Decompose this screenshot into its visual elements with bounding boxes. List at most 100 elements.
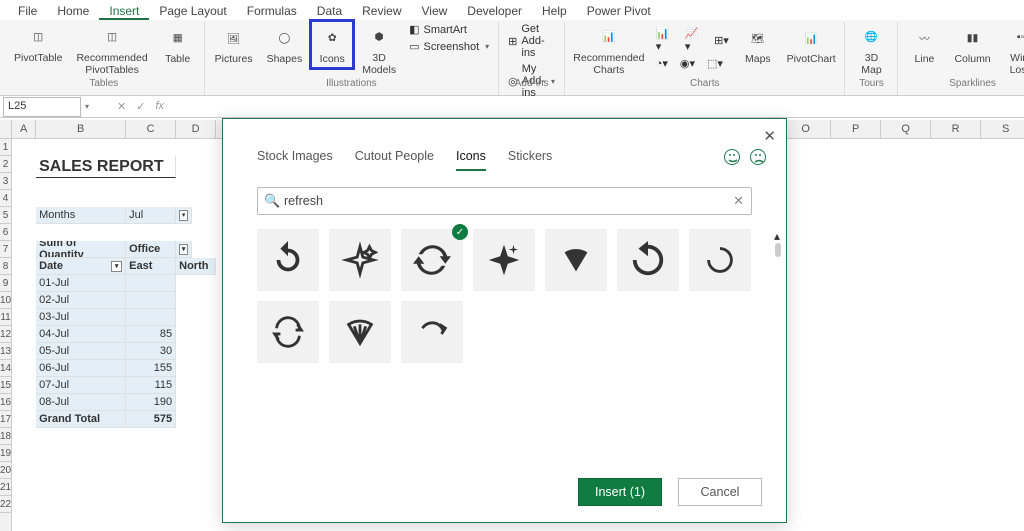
clear-search-icon[interactable]: ✕: [733, 193, 744, 209]
screenshot-button[interactable]: ▭ Screenshot: [406, 39, 492, 54]
menu-tab-view[interactable]: View: [412, 2, 458, 20]
cell-B12[interactable]: 04-Jul: [36, 326, 126, 343]
row-header-15[interactable]: 15: [0, 377, 11, 394]
row-header-13[interactable]: 13: [0, 343, 11, 360]
chart-type-6[interactable]: ⬚▾: [704, 56, 726, 71]
sparkline-column-button[interactable]: ▮▮Column: [950, 22, 994, 67]
menu-tab-power-pivot[interactable]: Power Pivot: [577, 2, 661, 20]
insert-button[interactable]: Insert (1): [578, 478, 662, 506]
cell-C14[interactable]: 155: [126, 360, 176, 377]
cell-D8[interactable]: North: [176, 258, 216, 275]
col-header-B[interactable]: B: [36, 120, 126, 138]
get-addins-button[interactable]: ⊞ Get Add-ins: [505, 22, 558, 60]
col-header-A[interactable]: A: [12, 120, 36, 138]
row-header-12[interactable]: 12: [0, 326, 11, 343]
row-header-11[interactable]: 11: [0, 309, 11, 326]
col-header-R[interactable]: R: [931, 120, 981, 138]
cell-C11[interactable]: [126, 309, 176, 326]
cell-C10[interactable]: [126, 292, 176, 309]
cancel-entry-icon[interactable]: ✕: [117, 100, 126, 113]
cell-B13[interactable]: 05-Jul: [36, 343, 126, 360]
3dmodels-button[interactable]: ⬢3D Models: [358, 22, 400, 78]
pivottable-button[interactable]: ◫PivotTable: [10, 22, 66, 67]
col-header-O[interactable]: O: [781, 120, 831, 138]
icon-result-sparkle-outline[interactable]: [329, 229, 391, 291]
select-all-corner[interactable]: [0, 120, 11, 139]
row-header-17[interactable]: 17: [0, 411, 11, 428]
row-header-21[interactable]: 21: [0, 479, 11, 496]
cell-B7[interactable]: Sum of Quantity: [36, 241, 126, 258]
menu-tab-home[interactable]: Home: [47, 2, 99, 20]
3dmap-button[interactable]: 🌐3D Map: [851, 22, 891, 78]
cell-C16[interactable]: 190: [126, 394, 176, 411]
dialog-tab-cutout-people[interactable]: Cutout People: [355, 149, 434, 171]
row-header-2[interactable]: 2: [0, 156, 11, 173]
cell-B14[interactable]: 06-Jul: [36, 360, 126, 377]
dialog-tab-stickers[interactable]: Stickers: [508, 149, 552, 171]
menu-tab-data[interactable]: Data: [307, 2, 352, 20]
cell-C8[interactable]: East: [126, 258, 176, 275]
sparkline-winloss-button[interactable]: ▪▫Win/ Loss: [1001, 22, 1024, 78]
icon-result-redo-outline[interactable]: [401, 301, 463, 363]
smartart-button[interactable]: ◧ SmartArt: [406, 22, 492, 37]
search-input[interactable]: [257, 187, 752, 215]
cancel-button[interactable]: Cancel: [678, 478, 762, 506]
feedback-smile-icon[interactable]: [724, 149, 740, 165]
cell-C13[interactable]: 30: [126, 343, 176, 360]
maps-button[interactable]: 🗺Maps: [738, 22, 778, 67]
icon-result-fan-outline[interactable]: [329, 301, 391, 363]
feedback-frown-icon[interactable]: [750, 149, 766, 165]
menu-tab-review[interactable]: Review: [352, 2, 411, 20]
months-filter-icon[interactable]: ▾: [179, 210, 188, 221]
chart-type-4[interactable]: ◔▾: [653, 56, 671, 71]
fx-icon[interactable]: fx: [155, 100, 164, 113]
chart-type-1[interactable]: 📊▾: [653, 26, 676, 54]
cell-B9[interactable]: 01-Jul: [36, 275, 126, 292]
menu-tab-formulas[interactable]: Formulas: [237, 2, 307, 20]
dialog-scrollbar[interactable]: ▴: [774, 229, 782, 462]
row-header-3[interactable]: 3: [0, 173, 11, 190]
cell-C17[interactable]: 575: [126, 411, 176, 428]
cell-B5[interactable]: Months: [36, 207, 126, 224]
row-header-8[interactable]: 8: [0, 258, 11, 275]
row-header-9[interactable]: 9: [0, 275, 11, 292]
row-header-16[interactable]: 16: [0, 394, 11, 411]
icon-result-fan-solid[interactable]: [545, 229, 607, 291]
icon-result-sync-solid[interactable]: [401, 229, 463, 291]
dialog-tab-icons[interactable]: Icons: [456, 149, 486, 171]
cell-B2[interactable]: SALES REPORT: [36, 156, 176, 178]
menu-tab-page-layout[interactable]: Page Layout: [149, 2, 236, 20]
icon-result-refresh-cw-solid[interactable]: [257, 229, 319, 291]
sparkline-line-button[interactable]: 〰Line: [904, 22, 944, 67]
menu-tab-help[interactable]: Help: [532, 2, 577, 20]
cell-C15[interactable]: 115: [126, 377, 176, 394]
row-header-6[interactable]: 6: [0, 224, 11, 241]
menu-tab-insert[interactable]: Insert: [99, 2, 149, 20]
row-header-20[interactable]: 20: [0, 462, 11, 479]
col-header-C[interactable]: C: [126, 120, 176, 138]
cell-C5[interactable]: Jul: [126, 207, 176, 224]
row-header-4[interactable]: 4: [0, 190, 11, 207]
shapes-button[interactable]: ◯Shapes: [263, 22, 307, 67]
cell-C12[interactable]: 85: [126, 326, 176, 343]
cell-B17[interactable]: Grand Total: [36, 411, 126, 428]
cell-B16[interactable]: 08-Jul: [36, 394, 126, 411]
col-header-Q[interactable]: Q: [881, 120, 931, 138]
name-box-dropdown[interactable]: ▾: [81, 102, 93, 111]
pivotchart-button[interactable]: 📊PivotChart: [784, 22, 839, 67]
table-button[interactable]: ▦Table: [158, 22, 198, 67]
name-box[interactable]: L25: [3, 97, 81, 117]
menu-tab-developer[interactable]: Developer: [457, 2, 532, 20]
icon-result-sparkle-solid[interactable]: [473, 229, 535, 291]
close-icon[interactable]: ✕: [763, 127, 776, 145]
date-filter-icon[interactable]: ▾: [111, 261, 122, 272]
row-header-14[interactable]: 14: [0, 360, 11, 377]
office-filter-icon[interactable]: ▾: [179, 244, 188, 255]
cell-B10[interactable]: 02-Jul: [36, 292, 126, 309]
row-header-7[interactable]: 7: [0, 241, 11, 258]
chart-type-3[interactable]: ⊞▾: [711, 26, 732, 54]
chart-type-2[interactable]: 📈▾: [682, 26, 705, 54]
chart-type-5[interactable]: ◉▾: [677, 56, 698, 71]
icon-result-undo-outline[interactable]: [689, 229, 751, 291]
icons-button[interactable]: ✿Icons: [312, 22, 352, 67]
